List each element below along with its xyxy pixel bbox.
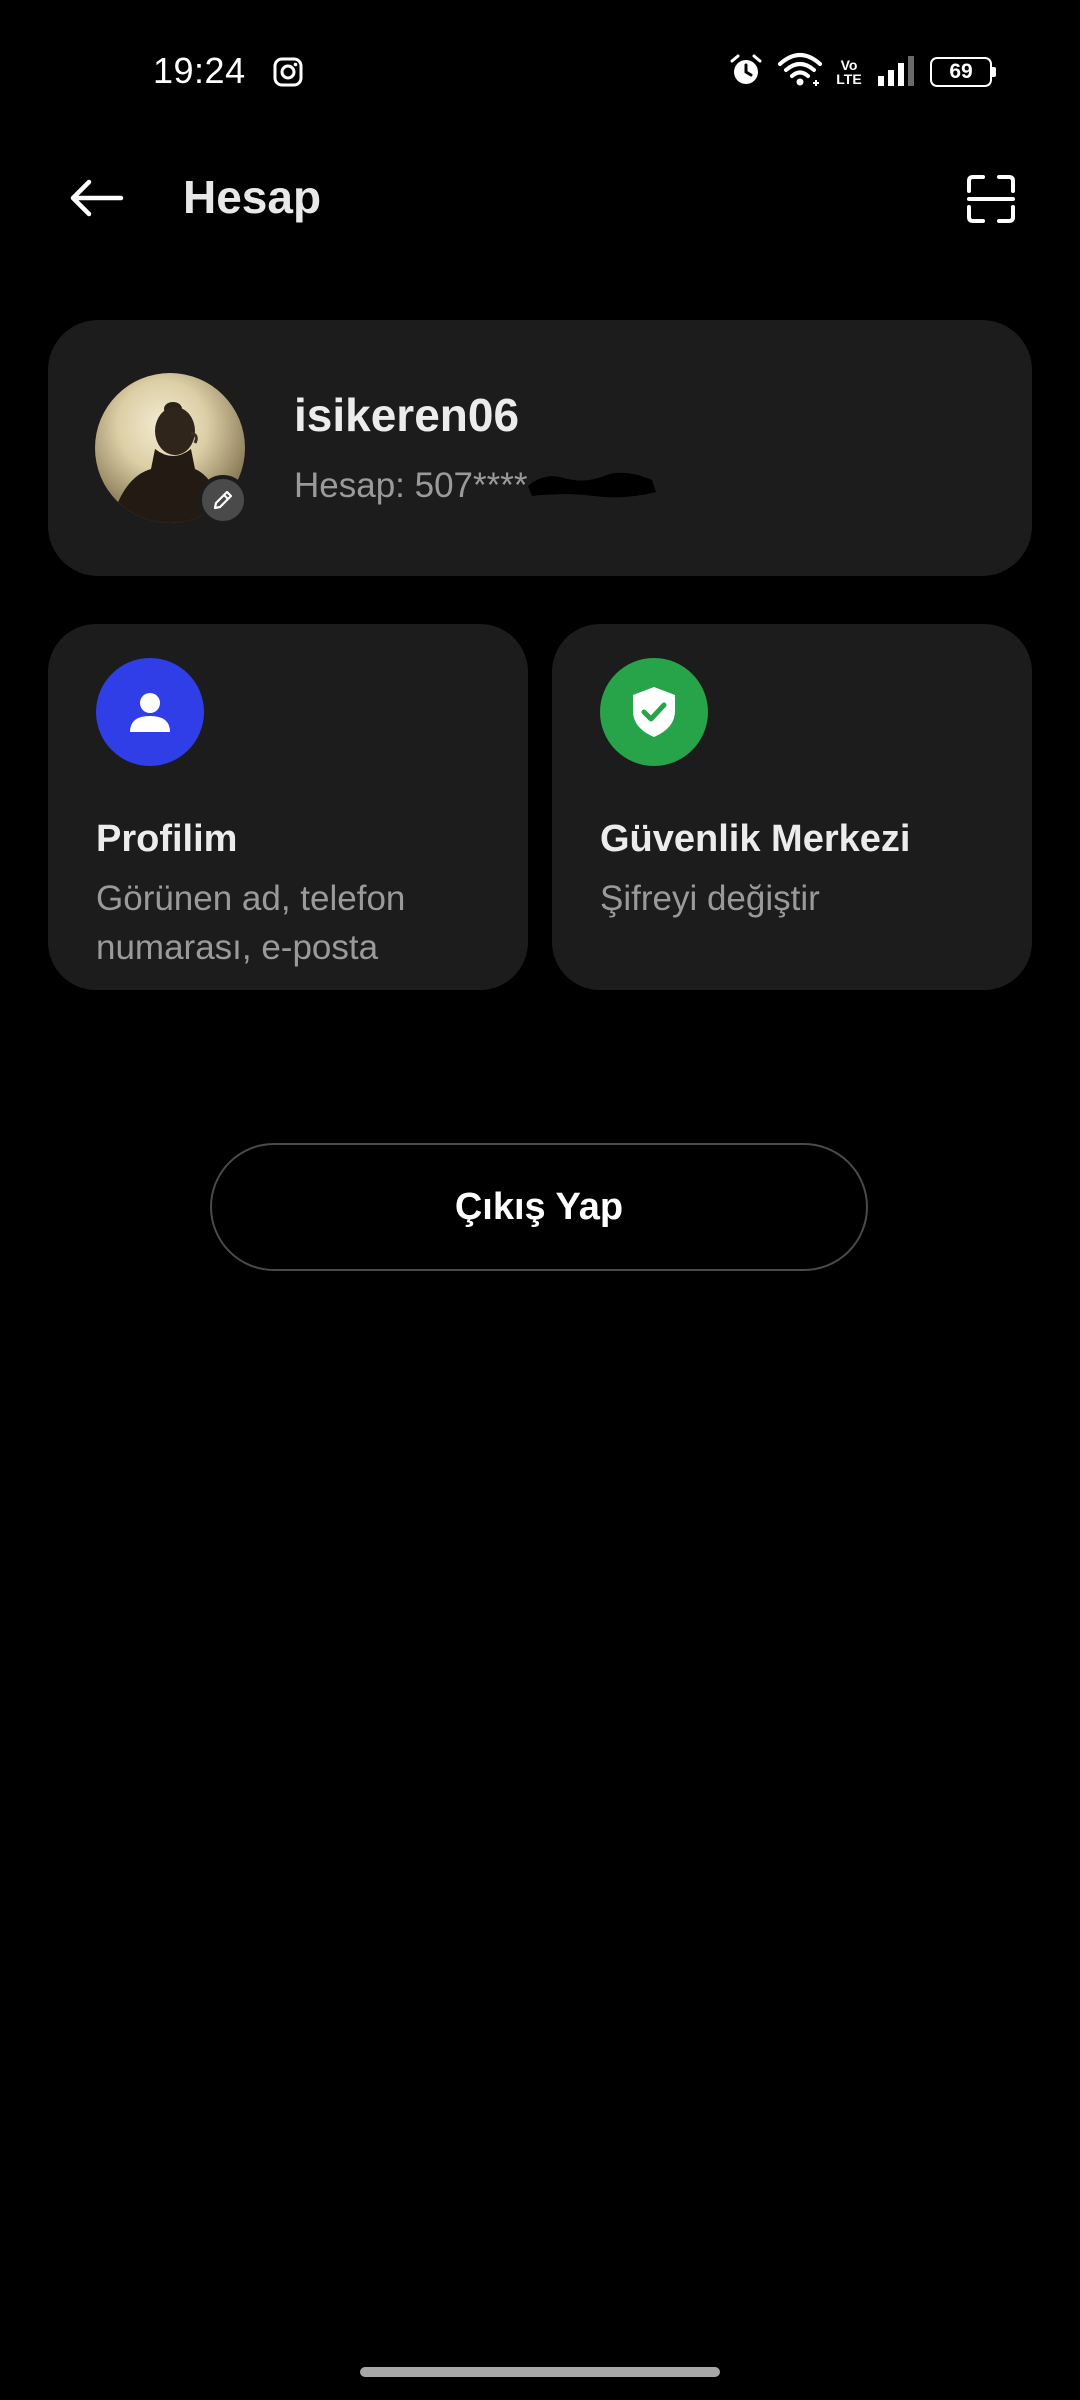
profile-tile-title: Profilim (96, 818, 238, 860)
wifi-icon (778, 52, 822, 93)
volte-icon: Vo LTE (836, 58, 862, 86)
username: isikeren06 (294, 389, 520, 441)
back-arrow-icon (70, 179, 124, 217)
page-title: Hesap (183, 171, 322, 223)
logout-button[interactable]: Çıkış Yap (210, 1143, 868, 1271)
redaction-scribble (528, 472, 656, 498)
back-button[interactable] (58, 168, 134, 228)
person-icon (96, 658, 204, 766)
battery-icon: 69 (930, 57, 996, 87)
alarm-icon (728, 52, 764, 93)
security-center-tile[interactable]: Güvenlik Merkezi Şifreyi değiştir (552, 624, 1032, 990)
shield-check-icon (600, 658, 708, 766)
status-time: 19:24 (153, 50, 246, 91)
status-bar: 19:24 Vo LTE 69 (0, 0, 1080, 140)
security-tile-subtitle: Şifreyi değiştir (600, 879, 820, 918)
account-card[interactable]: isikeren06 Hesap: 507**** (48, 320, 1032, 576)
edit-avatar-button[interactable] (198, 475, 248, 525)
profile-tile[interactable]: Profilim Görünen ad, telefon numarası, e… (48, 624, 528, 990)
scan-icon (967, 175, 1015, 223)
volte-bottom: LTE (836, 71, 862, 87)
instagram-icon (272, 56, 304, 88)
home-indicator[interactable] (360, 2367, 720, 2377)
signal-icon (876, 54, 916, 91)
pencil-icon (213, 490, 233, 510)
top-app-bar: Hesap (0, 140, 1080, 256)
security-tile-title: Güvenlik Merkezi (600, 818, 911, 860)
scan-button[interactable] (956, 164, 1026, 234)
battery-level: 69 (949, 60, 973, 83)
status-icons: Vo LTE 69 (728, 52, 996, 93)
profile-tile-subtitle: Görünen ad, telefon numarası, e-posta (96, 879, 406, 967)
account-number: Hesap: 507**** (294, 466, 528, 505)
